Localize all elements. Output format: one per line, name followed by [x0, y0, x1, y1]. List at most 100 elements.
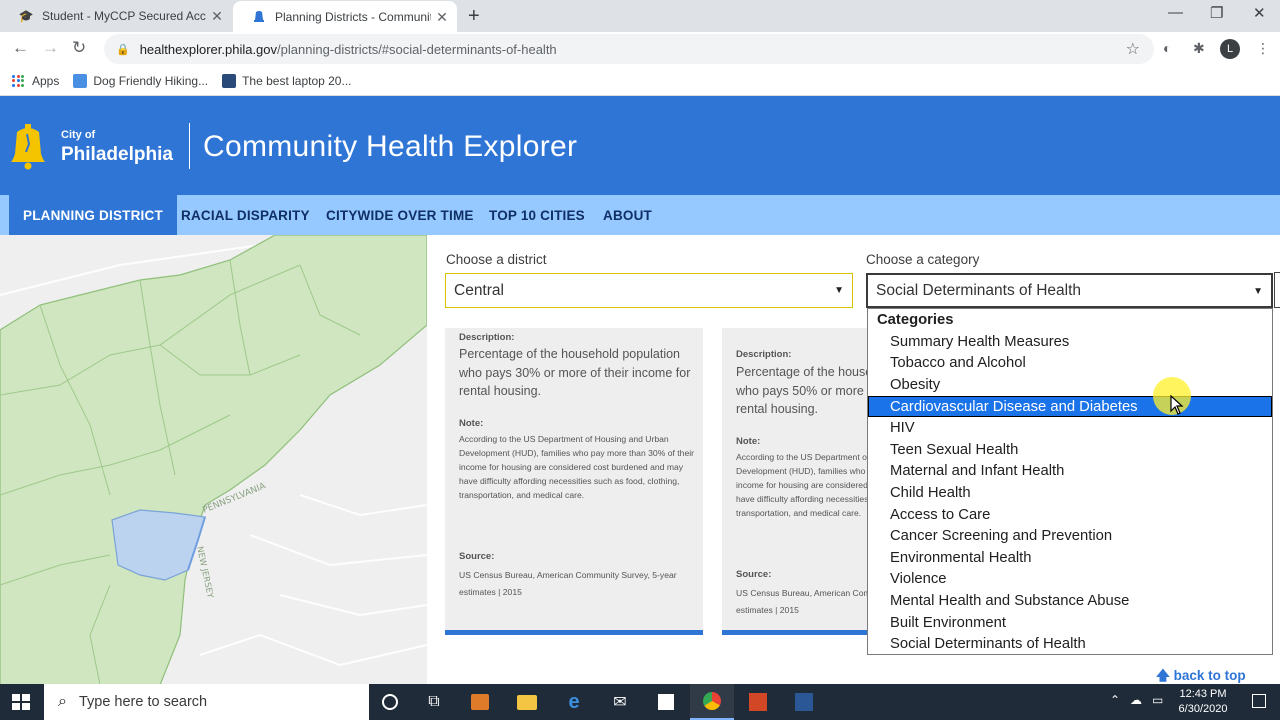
offscreen-control-edge	[1274, 272, 1280, 308]
nav-about[interactable]: ABOUT	[603, 195, 652, 235]
clock-time: 12:43 PM	[1179, 688, 1227, 700]
chrome-icon[interactable]	[690, 684, 734, 720]
card-note-heading: Note:	[736, 436, 761, 447]
card-note: According to the US Department of Housin…	[459, 434, 694, 500]
option-hiv[interactable]: HIV	[868, 417, 1272, 439]
nav-racial-disparity[interactable]: RACIAL DISPARITY	[181, 195, 310, 235]
card-source-heading: Source:	[736, 569, 772, 580]
bookmarks-bar: Apps Dog Friendly Hiking... The best lap…	[0, 66, 1280, 96]
extensions-puzzle-icon[interactable]: ✱	[1193, 40, 1205, 57]
liberty-bell-logo-icon[interactable]	[10, 122, 46, 170]
card-description-heading: Description:	[736, 349, 792, 360]
option-group-label: Categories	[877, 312, 954, 328]
card-description: Percentage of the household population w…	[736, 365, 872, 416]
card-description: Percentage of the household population w…	[459, 347, 691, 398]
category-select[interactable]: Social Determinants of Health ▼	[866, 273, 1273, 308]
option-access-to-care[interactable]: Access to Care	[868, 504, 1272, 526]
cortana-icon[interactable]	[368, 684, 412, 720]
caret-down-icon: ▼	[834, 285, 844, 296]
bookmark-label: Apps	[32, 73, 60, 88]
map-label-new-jersey: NEW JERSEY	[194, 546, 215, 600]
indicator-card: Description: Percentage of the household…	[445, 328, 703, 635]
search-icon: ⌕	[58, 693, 67, 710]
nav-citywide-over-time[interactable]: CITYWIDE OVER TIME	[326, 195, 474, 235]
option-tobacco-alcohol[interactable]: Tobacco and Alcohol	[868, 353, 1272, 375]
url-host: healthexplorer.phila.gov	[139, 41, 278, 57]
nav-top-10-cities[interactable]: TOP 10 CITIES	[489, 195, 585, 235]
browser-tab-myccp[interactable]: 🎓 Student - MyCCP Secured Access ✕	[0, 0, 232, 32]
card-description-heading: Description:	[459, 332, 515, 343]
option-child-health[interactable]: Child Health	[868, 482, 1272, 504]
back-to-top-label: back to top	[1173, 668, 1246, 683]
task-view-icon[interactable]: ⧉	[412, 684, 456, 720]
bookmark-apps[interactable]: Apps	[12, 74, 59, 88]
district-map[interactable]: PENNSYLVANIA NEW JERSEY	[0, 235, 427, 685]
back-arrow-icon[interactable]: ←	[12, 38, 29, 58]
option-mental-health-substance-abuse[interactable]: Mental Health and Substance Abuse	[868, 590, 1272, 612]
category-dropdown-list[interactable]: Categories Summary Health Measures Tobac…	[867, 308, 1273, 655]
taskbar-search-box[interactable]: ⌕ Type here to search	[44, 684, 369, 720]
minimize-icon[interactable]: —	[1168, 4, 1183, 21]
option-teen-sexual-health[interactable]: Teen Sexual Health	[868, 439, 1272, 461]
district-select[interactable]: Central ▼	[445, 273, 853, 308]
logo-city-name[interactable]: Philadelphia	[61, 144, 173, 166]
windows-taskbar: ⌕ Type here to search ⧉ e ✉ ⌃ ☁ ▭ 12:43 …	[0, 684, 1280, 720]
onedrive-cloud-icon[interactable]: ☁	[1130, 693, 1142, 707]
option-cancer-screening[interactable]: Cancer Screening and Prevention	[868, 525, 1272, 547]
site-nav: PLANNING DISTRICT RACIAL DISPARITY CITYW…	[0, 195, 1280, 235]
forward-arrow-icon[interactable]: →	[42, 38, 59, 58]
windows-start-icon[interactable]	[12, 694, 30, 710]
option-summary-health-measures[interactable]: Summary Health Measures	[868, 331, 1272, 353]
card-note-heading: Note:	[459, 418, 484, 429]
restore-icon[interactable]: ❐	[1210, 4, 1223, 22]
tray-chevron-up-icon[interactable]: ⌃	[1110, 693, 1120, 707]
taskbar-clock[interactable]: 12:43 PM 6/30/2020	[1172, 687, 1234, 717]
option-obesity[interactable]: Obesity	[868, 374, 1272, 396]
category-select-value: Social Determinants of Health	[876, 281, 1082, 299]
close-tab-icon[interactable]: ✕	[431, 9, 453, 26]
apps-grid-icon	[12, 74, 24, 87]
browser-toolbar: ← → ↻ 🔒 healthexplorer.phila.gov /planni…	[0, 32, 1280, 66]
category-label: Choose a category	[866, 252, 980, 267]
address-bar[interactable]: 🔒 healthexplorer.phila.gov /planning-dis…	[104, 34, 1154, 64]
menu-kebab-icon[interactable]: ⋮	[1256, 40, 1270, 57]
close-window-icon[interactable]: ✕	[1253, 4, 1266, 22]
mail-icon[interactable]: ✉	[598, 684, 642, 720]
option-environmental-health[interactable]: Environmental Health	[868, 547, 1272, 569]
file-explorer-icon[interactable]	[505, 684, 549, 720]
option-violence[interactable]: Violence	[868, 569, 1272, 591]
network-icon[interactable]: ▭	[1152, 693, 1163, 707]
store-icon[interactable]	[644, 684, 688, 720]
option-built-environment[interactable]: Built Environment	[868, 612, 1272, 634]
option-maternal-infant-health[interactable]: Maternal and Infant Health	[868, 461, 1272, 483]
indicator-card: Description: Percentage of the household…	[722, 328, 872, 635]
card-source: US Census Bureau, American Community Sur…	[736, 588, 872, 615]
option-cardiovascular-diabetes[interactable]: Cardiovascular Disease and Diabetes	[868, 395, 1272, 418]
site-header	[0, 96, 1280, 195]
browser-tab-bar: 🎓 Student - MyCCP Secured Access ✕ Plann…	[0, 0, 1280, 33]
close-tab-icon[interactable]: ✕	[206, 8, 228, 25]
logo-divider	[189, 123, 190, 169]
extension-circle-icon[interactable]: ◐	[1163, 40, 1171, 56]
bookmark-label: Dog Friendly Hiking...	[93, 73, 209, 88]
media-player-icon[interactable]	[458, 684, 502, 720]
nav-planning-district[interactable]: PLANNING DISTRICT	[9, 195, 177, 235]
bookmark-dog-hiking[interactable]: Dog Friendly Hiking...	[73, 73, 209, 88]
taskbar-search-placeholder: Type here to search	[78, 694, 208, 710]
bookmark-star-icon[interactable]: ☆	[1126, 39, 1140, 59]
edge-browser-icon[interactable]: e	[552, 684, 596, 720]
reload-icon[interactable]: ↻	[72, 38, 86, 58]
card-accent-bar	[722, 630, 872, 635]
word-icon[interactable]	[782, 684, 826, 720]
bookmark-best-laptop[interactable]: The best laptop 20...	[222, 73, 352, 88]
profile-avatar[interactable]: L	[1220, 39, 1240, 59]
card-source: US Census Bureau, American Community Sur…	[459, 570, 677, 597]
powerpoint-icon[interactable]	[736, 684, 780, 720]
bookmark-label: The best laptop 20...	[242, 73, 352, 88]
browser-tab-planning-districts[interactable]: Planning Districts - Community H ✕	[233, 1, 457, 33]
notifications-icon[interactable]	[1252, 694, 1266, 708]
page-title[interactable]: Community Health Explorer	[203, 130, 577, 164]
new-tab-button[interactable]: +	[468, 5, 480, 28]
option-social-determinants[interactable]: Social Determinants of Health	[868, 633, 1272, 655]
district-select-value: Central	[454, 281, 504, 299]
